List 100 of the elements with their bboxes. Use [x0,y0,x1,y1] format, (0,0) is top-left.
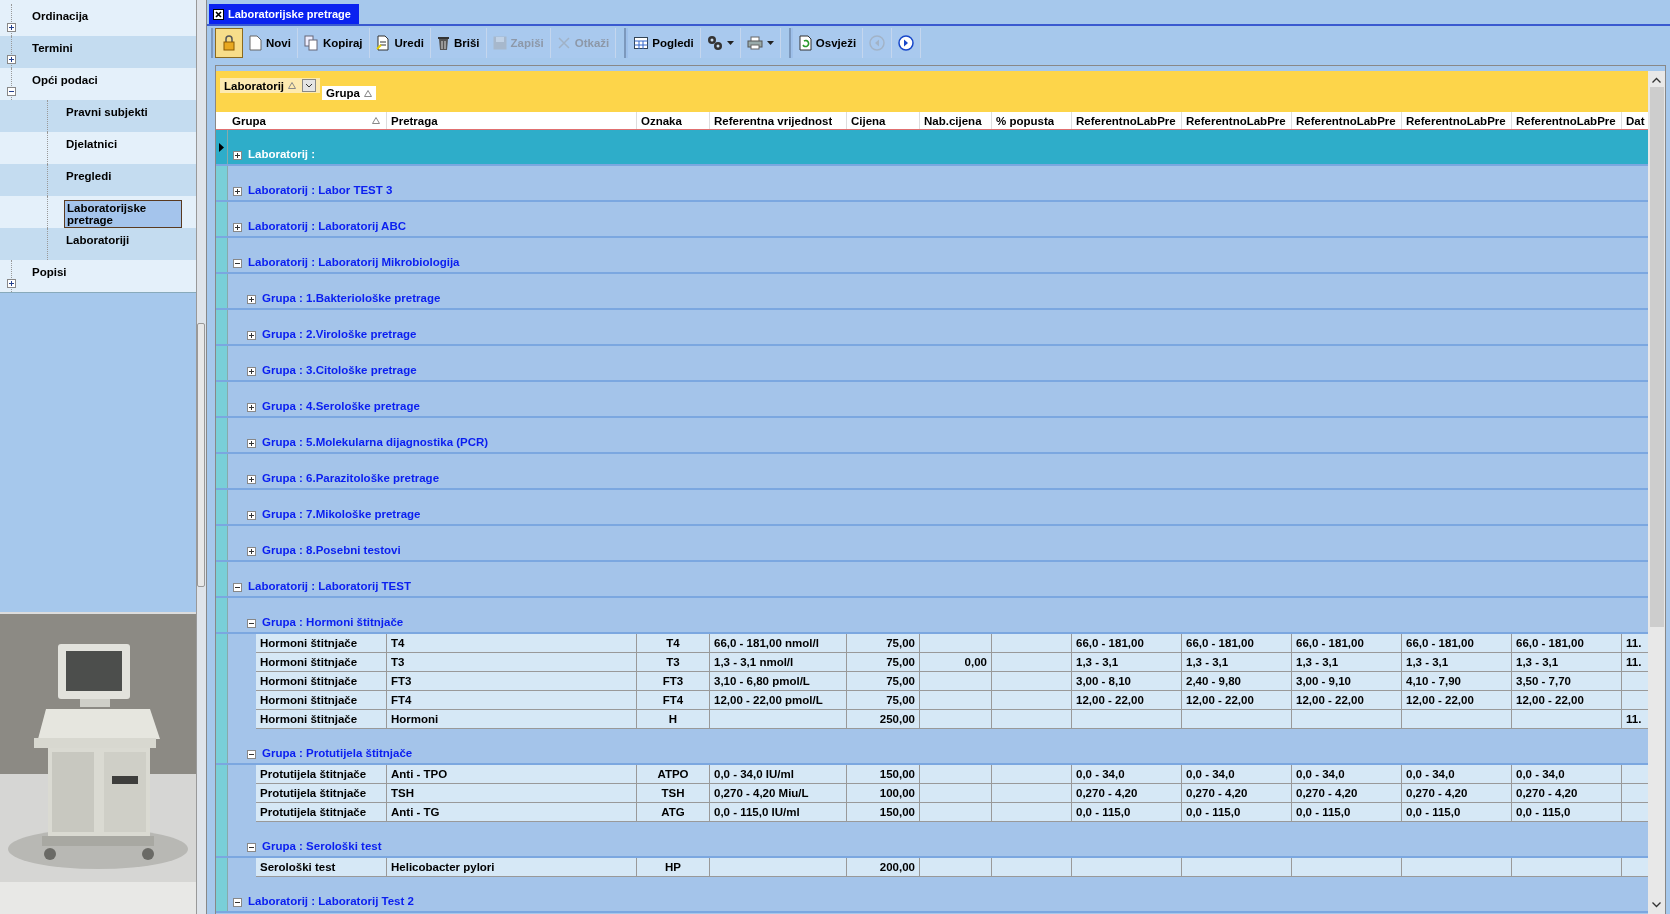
group-row[interactable]: Grupa : 1.Bakteriološke pretrage [216,274,1648,310]
row-indicator[interactable] [216,130,228,164]
column-header[interactable]: Cijena [847,112,920,129]
expand-icon[interactable] [247,331,256,340]
toolbar-button[interactable]: Kopiraj [297,28,370,58]
data-row[interactable]: Protutijela štitnjače Anti - TG ATG 0,0 - 115,0 IU/ml 150,00 0,0 - 115,0 0,0 - 115,0 0,0 - 115,0 0,0 - 115,0 0,0 - 115,0 [216,803,1648,822]
column-header[interactable]: Pretraga [387,112,637,129]
tree-item[interactable]: Djelatnici [66,138,118,150]
group-row[interactable]: Grupa : 4.Serološke pretrage [216,382,1648,418]
table-cell: 66,0 - 181,00 nmol/l [714,637,819,649]
group-row[interactable]: Grupa : 5.Molekularna dijagnostika (PCR) [216,418,1648,454]
data-row[interactable]: Hormoni štitnjače T3 T3 1,3 - 3,1 nmol/l 75,00 0,00 1,3 - 3,1 1,3 - 3,1 1,3 - 3,1 1,3 - 3,1 1,3 - 3,1 11. [216,653,1648,672]
tree-item[interactable]: Laboratoriji [66,234,130,246]
group-row[interactable]: Grupa : 7.Mikološke pretrage [216,490,1648,526]
group-row[interactable]: Laboratorij : Laboratorij ABC [216,202,1648,238]
tree-item[interactable]: Pravni subjekti [66,106,148,118]
table-cell: Hormoni štitnjače [260,713,358,725]
tree-item[interactable]: Laboratorijske pretrage [64,200,182,228]
column-header[interactable]: Nab.cijena [920,112,992,129]
collapse-icon[interactable] [247,843,256,852]
expand-icon[interactable] [7,279,16,288]
column-header[interactable]: ReferentnoLabPre [1402,112,1512,129]
data-row[interactable]: Hormoni štitnjače T4 T4 66,0 - 181,00 nmol/l 75,00 66,0 - 181,00 66,0 - 181,00 66,0 - 181,00 66,0 - 181,00 66,0 - 181,00 11. [216,634,1648,653]
column-header[interactable]: ReferentnoLabPre [1512,112,1622,129]
toolbar-button[interactable]: Osvježi [792,28,864,58]
column-title: Grupa [232,114,266,127]
group-by-field[interactable]: Laboratorij [220,78,321,93]
group-row[interactable]: Grupa : Protutijela štitnjače [216,729,1648,765]
toolbar-button[interactable]: Novi [243,28,298,58]
column-title: % popusta [996,114,1055,127]
group-row[interactable]: Grupa : 2.Virološke pretrage [216,310,1648,346]
group-row[interactable]: Laboratorij : Laboratorij Test 2 [216,877,1648,913]
column-header[interactable]: ReferentnoLabPre [1292,112,1402,129]
toolbar-button[interactable]: Briši [430,28,487,58]
scroll-up-icon[interactable] [1652,77,1661,83]
toolbar-button[interactable]: Pogledi [628,28,701,58]
expand-icon[interactable] [247,547,256,556]
collapse-icon[interactable] [233,583,242,592]
data-row[interactable]: Hormoni štitnjače FT4 FT4 12,00 - 22,00 pmol/L 75,00 12,00 - 22,00 12,00 - 22,00 12,00 - 22,00 12,00 - 22,00 12,00 - 22,00 [216,691,1648,710]
group-row[interactable]: Grupa : Hormoni štitnjače [216,598,1648,634]
expand-icon[interactable] [233,223,242,232]
collapse-icon[interactable] [247,619,256,628]
column-header[interactable]: % popusta [992,112,1072,129]
scrollbar-thumb[interactable] [197,323,205,587]
column-header[interactable]: Grupa [228,112,387,129]
data-row[interactable]: Hormoni štitnjače FT3 FT3 3,10 - 6,80 pmol/L 75,00 3,00 - 8,10 2,40 - 9,80 3,00 - 9,10 4,10 - 7,90 3,50 - 7,70 [216,672,1648,691]
scrollbar-thumb[interactable] [1649,87,1664,627]
collapse-icon[interactable] [233,259,242,268]
document-tab[interactable]: Laboratorijske pretrage [209,4,359,24]
group-by-field[interactable]: Grupa [322,86,376,100]
expand-icon[interactable] [247,439,256,448]
expand-icon[interactable] [233,151,242,160]
expand-icon[interactable] [247,475,256,484]
group-row[interactable]: Laboratorij : Labor TEST 3 [216,166,1648,202]
group-label: Laboratorij : Laboratorij ABC [248,220,407,232]
collapse-icon[interactable] [7,87,16,96]
table-cell: 150,00 [879,806,915,818]
collapse-icon[interactable] [233,898,242,907]
scroll-down-icon[interactable] [1652,902,1661,908]
group-row[interactable]: Grupa : 6.Parazitološke pretrage [216,454,1648,490]
group-label: Grupa : 6.Parazitološke pretrage [262,472,440,484]
collapse-icon[interactable] [247,750,256,759]
expand-icon[interactable] [7,55,16,64]
group-row[interactable]: Grupa : 3.Citološke pretrage [216,346,1648,382]
data-row[interactable]: Protutijela štitnjače Anti - TPO ATPO 0,0 - 34,0 IU/ml 150,00 0,0 - 34,0 0,0 - 34,0 0,0 - 34,0 0,0 - 34,0 0,0 - 34,0 [216,765,1648,784]
data-row[interactable]: Hormoni štitnjače Hormoni H 250,00 11. [216,710,1648,729]
column-header[interactable]: Referentna vrijednost [710,112,847,129]
tree-item[interactable]: Pregledi [66,170,112,182]
table-cell: 12,00 - 22,00 [1186,694,1254,706]
column-header[interactable]: ReferentnoLabPre [1182,112,1292,129]
group-row[interactable]: Laboratorij : Laboratorij TEST [216,562,1648,598]
table-cell: 66,0 - 181,00 [1406,637,1474,649]
expand-icon[interactable] [7,23,16,32]
data-row[interactable]: Serološki test Helicobacter pylori HP 200,00 [216,858,1648,877]
group-row[interactable]: Grupa : Serološki test [216,822,1648,858]
toolbar-icon-button[interactable] [215,28,243,58]
toolbar-button[interactable]: Uredi [369,28,431,58]
tree-item[interactable]: Opći podaci [32,74,98,86]
expand-icon[interactable] [247,295,256,304]
expand-icon[interactable] [233,187,242,196]
tree-item[interactable]: Ordinacija [32,10,89,22]
close-icon[interactable] [213,8,224,20]
data-row[interactable]: Protutijela štitnjače TSH TSH 0,270 - 4,20 Miu/L 100,00 0,270 - 4,20 0,270 - 4,20 0,270 - 4,20 0,270 - 4,20 0,270 - 4,20 [216,784,1648,803]
group-row[interactable]: Laboratorij : Laboratorij Mikrobiologija [216,238,1648,274]
expand-icon[interactable] [247,511,256,520]
column-header[interactable]: Oznaka [637,112,710,129]
tree-item[interactable]: Termini [32,42,73,54]
row-pointer-icon [219,142,224,152]
group-row[interactable]: Grupa : 8.Posebni testovi [216,526,1648,562]
table-cell: 11. [1626,656,1642,668]
table-cell: 1,3 - 3,1 [1076,656,1119,668]
vertical-scrollbar[interactable] [1648,71,1665,914]
tree-item[interactable]: Popisi [32,266,67,278]
expand-icon[interactable] [247,403,256,412]
table-cell: 0,270 - 4,20 [1296,787,1358,799]
dropdown-button-icon[interactable] [302,79,317,92]
column-header[interactable]: ReferentnoLabPre [1072,112,1182,129]
table-cell: HP [665,861,681,873]
table-cell: TSH [661,787,685,799]
expand-icon[interactable] [247,367,256,376]
